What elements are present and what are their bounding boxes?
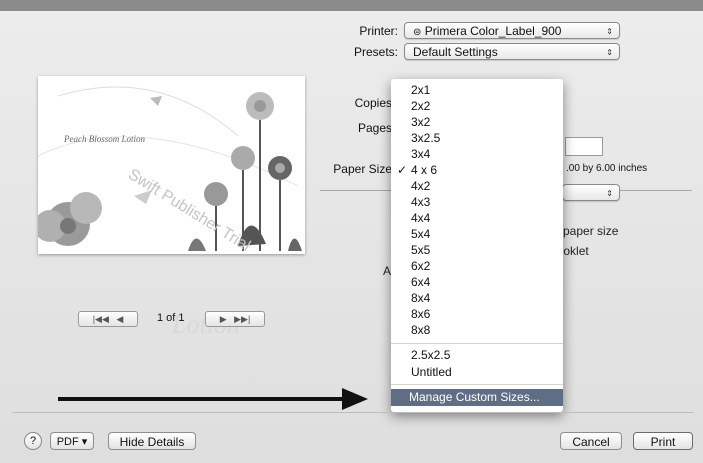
- presets-value: Default Settings: [413, 45, 498, 59]
- bottom-divider: [12, 412, 694, 413]
- nav-next-last-buttons[interactable]: ▶ ▶▶|: [205, 311, 265, 327]
- manage-custom-sizes-item[interactable]: Manage Custom Sizes...: [391, 389, 563, 406]
- menu-item[interactable]: 4 x 6: [411, 162, 437, 178]
- menu-item[interactable]: 8x8: [411, 322, 430, 338]
- printer-popup[interactable]: ⊜ Primera Color_Label_900 ⇕: [404, 22, 620, 39]
- annotation-arrow-icon: [58, 388, 368, 410]
- next-page-icon[interactable]: ▶: [220, 314, 227, 324]
- popup-arrows-icon: ⇕: [606, 48, 613, 57]
- checkmark-icon: ✓: [397, 163, 408, 177]
- menu-item[interactable]: 2x1: [411, 82, 430, 98]
- menu-separator: [391, 343, 563, 344]
- app-label-partial: A: [383, 264, 392, 278]
- preview-artwork: [38, 86, 302, 251]
- preview-title-text: Peach Blossom Lotion: [64, 134, 145, 144]
- paper-size-detail: .00 by 6.00 inches: [566, 163, 648, 174]
- pages-to-field[interactable]: [565, 137, 603, 156]
- menu-item[interactable]: 2.5x2.5: [411, 347, 450, 363]
- menu-item[interactable]: 8x4: [411, 290, 430, 306]
- menu-item[interactable]: 5x5: [411, 242, 430, 258]
- menu-item[interactable]: 6x4: [411, 274, 430, 290]
- menu-item[interactable]: 4x3: [411, 194, 430, 210]
- menu-item[interactable]: 3x2: [411, 114, 430, 130]
- print-button[interactable]: Print: [633, 432, 693, 450]
- page-preview: Peach Blossom Lotion Swift Publisher Tri…: [38, 76, 305, 254]
- menu-item[interactable]: 2x2: [411, 98, 430, 114]
- help-button[interactable]: ?: [24, 432, 42, 450]
- paper-size-menu: ✓ 2x1 2x2 3x2 3x2.5 3x4 4 x 6 4x2 4x3 4x4 5x4 5x5 6…: [391, 79, 563, 412]
- popup-arrows-icon: ⇕: [606, 189, 613, 198]
- menu-item[interactable]: 4x4: [411, 210, 430, 226]
- pdf-menu-button[interactable]: PDF ▾: [50, 432, 94, 450]
- printer-label: Printer:: [359, 24, 398, 38]
- window-title-bar: [0, 0, 703, 11]
- copies-label: Copies: [354, 96, 392, 110]
- nav-first-prev-buttons[interactable]: |◀◀ ◀: [78, 311, 138, 327]
- hide-details-button[interactable]: Hide Details: [108, 432, 196, 450]
- menu-item[interactable]: 4x2: [411, 178, 430, 194]
- presets-label: Presets:: [353, 45, 398, 59]
- cancel-button[interactable]: Cancel: [560, 432, 622, 450]
- menu-item[interactable]: 6x2: [411, 258, 430, 274]
- page-indicator: 1 of 1: [157, 312, 185, 324]
- popup-arrows-icon: ⇕: [606, 27, 613, 36]
- menu-item[interactable]: 3x4: [411, 146, 430, 162]
- printer-value: Primera Color_Label_900: [424, 24, 562, 38]
- menu-item[interactable]: 5x4: [411, 226, 430, 242]
- app-options-popup[interactable]: ⇕: [562, 184, 620, 201]
- pages-label: Pages: [357, 121, 392, 135]
- paper-size-label: Paper Size: [333, 162, 392, 176]
- menu-item[interactable]: 3x2.5: [411, 130, 440, 146]
- menu-item[interactable]: 8x6: [411, 306, 430, 322]
- printer-icon: ⊜: [413, 27, 422, 38]
- prev-page-icon[interactable]: ◀: [116, 314, 123, 324]
- menu-separator: [391, 384, 563, 385]
- first-page-icon[interactable]: |◀◀: [93, 314, 109, 324]
- menu-item[interactable]: Untitled: [411, 364, 452, 380]
- presets-popup[interactable]: Default Settings ⇕: [404, 43, 620, 60]
- scale-option-text: paper size: [563, 224, 619, 238]
- last-page-icon[interactable]: ▶▶|: [234, 314, 250, 324]
